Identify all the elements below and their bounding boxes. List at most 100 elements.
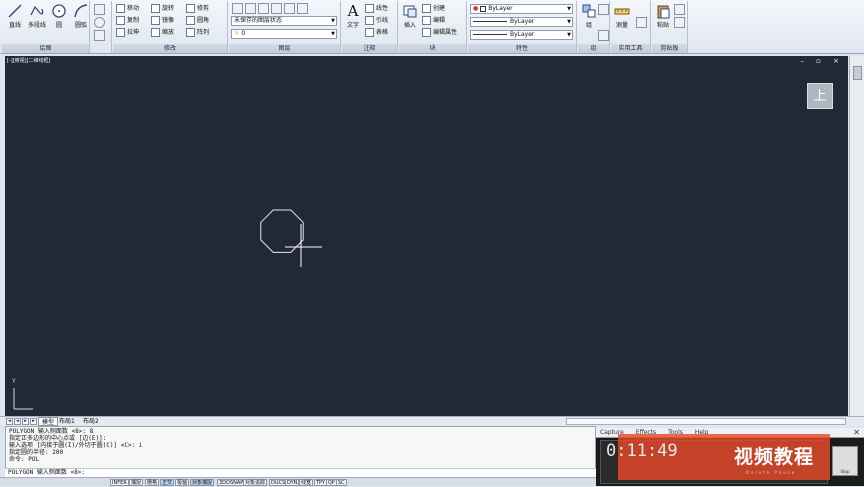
tab-layout2[interactable]: 布局2 <box>80 417 102 426</box>
command-history-line: 输入选项 [内接于圆(I)/外切于圆(C)] <C>: i <box>9 442 143 449</box>
layer-state-dropdown[interactable]: 未保存的图层状态 ▼ <box>231 16 337 26</box>
modify-panel-title[interactable]: 修改 <box>113 44 227 53</box>
hatch-icon[interactable] <box>94 30 105 41</box>
next-tab-button[interactable]: ▸ <box>22 418 29 425</box>
polyline-button[interactable]: 多段线 <box>26 3 48 29</box>
line-label: 直线 <box>8 22 21 29</box>
ellipse-icon[interactable] <box>94 17 105 28</box>
leader-tool[interactable]: 引线 <box>365 15 388 26</box>
group-icon <box>582 4 596 18</box>
utilities-panel-title[interactable]: 实用工具 <box>611 44 650 53</box>
status-ortho[interactable]: 正交 <box>160 479 175 486</box>
tab-model[interactable]: 模型 <box>38 417 59 426</box>
status-polar[interactable]: 极轴 <box>175 479 190 486</box>
draw-panel-title[interactable]: 绘图 <box>2 44 89 53</box>
edit-attributes-tool[interactable]: 编辑属性 <box>422 27 457 38</box>
stop-button[interactable]: Stop <box>832 446 858 476</box>
measure-button[interactable]: 测量 <box>611 3 633 29</box>
scale-label: 缩放 <box>162 29 175 36</box>
vertical-scrollbar[interactable] <box>849 56 864 416</box>
move-tool[interactable]: 移动 <box>116 3 139 14</box>
group-button[interactable]: 组 <box>578 3 600 29</box>
move-label: 移动 <box>127 5 140 12</box>
copy-icon <box>116 16 125 25</box>
last-tab-button[interactable]: ▸ <box>30 418 37 425</box>
layers-panel-title[interactable]: 图层 <box>229 44 340 53</box>
layer-tool-icon[interactable] <box>284 3 295 14</box>
status-dyn[interactable]: DYN <box>285 479 300 486</box>
layer-dropdown[interactable]: ☼ 0 ▼ <box>231 29 337 39</box>
array-label: 阵列 <box>197 29 210 36</box>
layer-tool-icon[interactable] <box>297 3 308 14</box>
status-snap[interactable]: 捕捉 <box>129 479 144 486</box>
clipboard-panel-title[interactable]: 剪贴板 <box>652 44 687 53</box>
text-button[interactable]: A 文字 <box>342 3 364 29</box>
screen-recorder-window: Capture Effects Tools Help ✕ 视频教程 0:11:4… <box>596 428 864 486</box>
close-icon[interactable]: ✕ <box>853 428 860 437</box>
status-infer[interactable]: INFER <box>110 479 129 486</box>
paste-button[interactable]: 粘贴 <box>652 3 674 29</box>
color-dropdown[interactable]: ● ByLayer ▼ <box>470 4 573 14</box>
edit-attributes-label: 编辑属性 <box>433 29 458 36</box>
copy-label: 复制 <box>127 17 140 24</box>
status-grid[interactable]: 栅格 <box>145 479 160 486</box>
copy-tool[interactable]: 复制 <box>116 15 139 26</box>
command-input[interactable]: POLYGON 输入侧面数 <8>: <box>5 468 596 477</box>
measure-label: 测量 <box>615 22 628 29</box>
trim-tool[interactable]: 修剪 <box>186 3 209 14</box>
edit-label: 编辑 <box>433 17 446 24</box>
quick-select-icon[interactable] <box>636 17 647 28</box>
status-3dosnap[interactable]: 3DOSNAP <box>217 479 246 486</box>
arc-button[interactable]: 圆弧 <box>70 3 92 29</box>
layer-state-value: 未保存的图层状态 <box>234 17 283 24</box>
layer-tool-icon[interactable] <box>271 3 282 14</box>
linear-dimension-tool[interactable]: 线性 <box>365 3 388 14</box>
status-sc[interactable]: SC <box>336 479 347 486</box>
status-osnap[interactable]: 对象捕捉 <box>190 479 215 486</box>
insert-button[interactable]: 插入 <box>399 3 421 29</box>
properties-panel-title[interactable]: 特性 <box>468 44 576 53</box>
leader-label: 引线 <box>376 17 389 24</box>
array-tool[interactable]: 阵列 <box>186 27 209 38</box>
lineweight-dropdown[interactable]: ByLayer ▼ <box>470 30 573 40</box>
mirror-icon <box>151 16 160 25</box>
tab-layout1[interactable]: 布局1 <box>56 417 78 426</box>
edit-block-tool[interactable]: 编辑 <box>422 15 445 26</box>
rectangle-icon[interactable] <box>94 4 105 15</box>
linetype-value: ByLayer <box>510 18 535 25</box>
layer-tool-icon[interactable] <box>258 3 269 14</box>
group-select-icon[interactable] <box>598 30 609 41</box>
status-lineweight[interactable]: 线宽 <box>299 479 314 486</box>
modify-panel: 移动 旋转 修剪 复制 镜像 圆角 拉伸 缩放 阵列 修改 <box>113 1 228 53</box>
fillet-label: 圆角 <box>197 17 210 24</box>
paste-label: 粘贴 <box>656 22 669 29</box>
layer-properties-icon[interactable] <box>232 3 243 14</box>
recorder-buttons-label[interactable]: Delete Pause <box>746 470 796 475</box>
fillet-tool[interactable]: 圆角 <box>186 15 209 26</box>
scale-tool[interactable]: 缩放 <box>151 27 174 38</box>
lineweight-value: ByLayer <box>510 31 535 38</box>
table-tool[interactable]: 表格 <box>365 27 388 38</box>
command-history-line: 指定正多边形的中心点或 [边(E)]: <box>9 435 107 442</box>
first-tab-button[interactable]: ◂ <box>6 418 13 425</box>
vertical-scroll-thumb[interactable] <box>853 66 862 80</box>
prev-tab-button[interactable]: ◂ <box>14 418 21 425</box>
create-block-tool[interactable]: 创建 <box>422 3 445 14</box>
circle-button[interactable]: 圆 <box>48 3 70 29</box>
status-otrack[interactable]: 对象追踪 <box>243 479 268 486</box>
drawing-canvas[interactable]: [-][俯视][二维线框] – ▫ × 上 Y <box>5 56 848 416</box>
ungroup-icon[interactable] <box>598 4 609 15</box>
mirror-tool[interactable]: 镜像 <box>151 15 174 26</box>
annotation-panel-title[interactable]: 注释 <box>342 44 397 53</box>
cut-icon[interactable] <box>674 4 685 15</box>
block-panel-title[interactable]: 块 <box>399 44 466 53</box>
horizontal-scroll-thumb[interactable] <box>566 418 846 425</box>
stretch-tool[interactable]: 拉伸 <box>116 27 139 38</box>
copy-clip-icon[interactable] <box>674 17 685 28</box>
linetype-dropdown[interactable]: ByLayer ▼ <box>470 17 573 27</box>
line-button[interactable]: 直线 <box>4 3 26 29</box>
octagon-shape[interactable] <box>260 209 304 253</box>
group-panel-title[interactable]: 组 <box>578 44 609 53</box>
rotate-tool[interactable]: 旋转 <box>151 3 174 14</box>
layer-tool-icon[interactable] <box>245 3 256 14</box>
